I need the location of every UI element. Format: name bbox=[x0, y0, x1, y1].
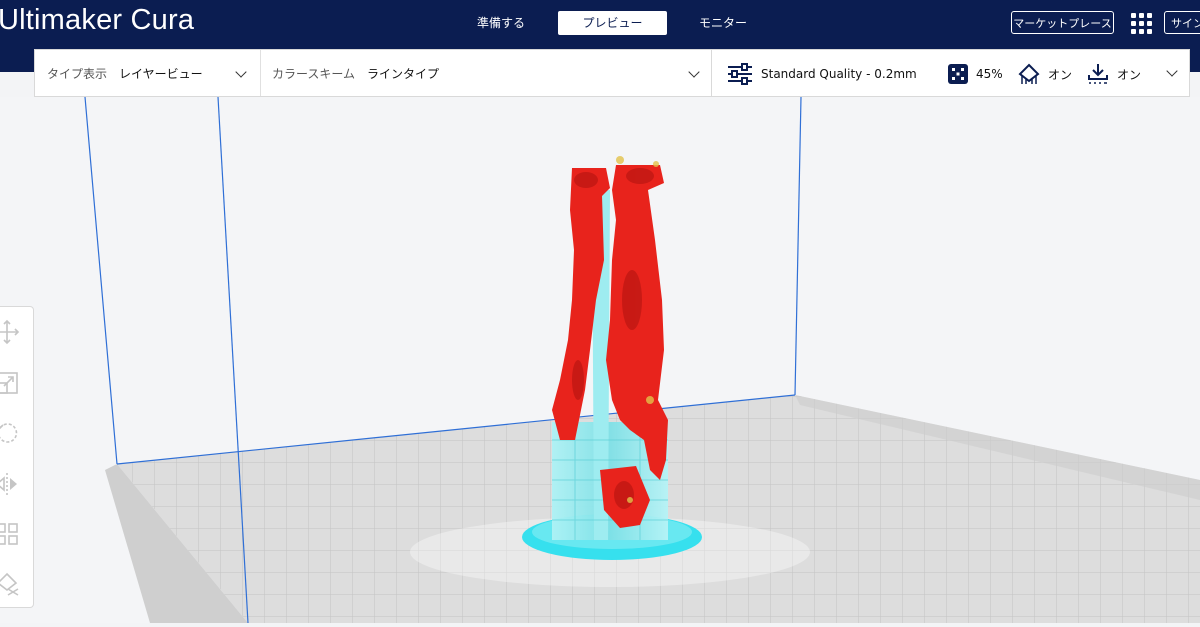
profile-name: Standard Quality - 0.2mm bbox=[761, 67, 917, 81]
left-tool-panel bbox=[0, 306, 34, 608]
view-options-bar: タイプ表示 レイヤービュー カラースキーム ラインタイプ bbox=[34, 49, 712, 97]
support-icon bbox=[1018, 63, 1040, 84]
support-indicator[interactable]: オン bbox=[1018, 63, 1073, 84]
logo-strong: Ultimaker bbox=[0, 4, 123, 36]
adhesion-value: オン bbox=[1117, 67, 1142, 82]
adhesion-icon bbox=[1088, 64, 1108, 84]
support-blocker-icon[interactable] bbox=[0, 571, 20, 597]
tab-prepare[interactable]: 準備する bbox=[458, 11, 544, 35]
color-scheme-dropdown[interactable]: カラースキーム ラインタイプ bbox=[272, 50, 692, 96]
mirror-icon[interactable] bbox=[0, 471, 20, 497]
color-scheme-value: ラインタイプ bbox=[367, 66, 440, 81]
tab-monitor[interactable]: モニター bbox=[680, 11, 766, 35]
infill-value: 45% bbox=[976, 67, 1003, 81]
chevron-down-icon[interactable] bbox=[1166, 65, 1178, 77]
tab-preview[interactable]: プレビュー bbox=[558, 11, 667, 35]
settings-sliders-icon bbox=[728, 63, 752, 85]
move-icon[interactable] bbox=[0, 319, 20, 345]
3d-viewport[interactable] bbox=[0, 96, 1200, 624]
app-logo: Ultimaker Cura bbox=[0, 4, 194, 37]
support-value: オン bbox=[1048, 67, 1073, 82]
profile-selector[interactable]: Standard Quality - 0.2mm bbox=[727, 63, 917, 85]
infill-icon bbox=[948, 64, 968, 84]
marketplace-button[interactable]: マーケットプレース bbox=[1011, 11, 1114, 34]
sign-in-button[interactable]: サイン bbox=[1164, 11, 1200, 34]
infill-indicator[interactable]: 45% bbox=[948, 64, 1003, 84]
scale-icon[interactable] bbox=[0, 370, 20, 396]
rotate-icon[interactable] bbox=[0, 420, 20, 446]
divider bbox=[260, 50, 261, 96]
logo-light: Cura bbox=[130, 4, 195, 36]
apps-grid-icon[interactable] bbox=[1131, 13, 1152, 34]
view-type-value: レイヤービュー bbox=[119, 66, 203, 81]
view-type-label: タイプ表示 bbox=[47, 66, 108, 81]
scene bbox=[0, 96, 1200, 624]
view-type-dropdown[interactable]: タイプ表示 レイヤービュー bbox=[47, 50, 253, 96]
color-scheme-label: カラースキーム bbox=[272, 66, 356, 81]
per-model-settings-icon[interactable] bbox=[0, 521, 20, 547]
print-setup-bar[interactable]: Standard Quality - 0.2mm 45% オン オン bbox=[712, 49, 1190, 97]
adhesion-indicator[interactable]: オン bbox=[1087, 64, 1141, 84]
